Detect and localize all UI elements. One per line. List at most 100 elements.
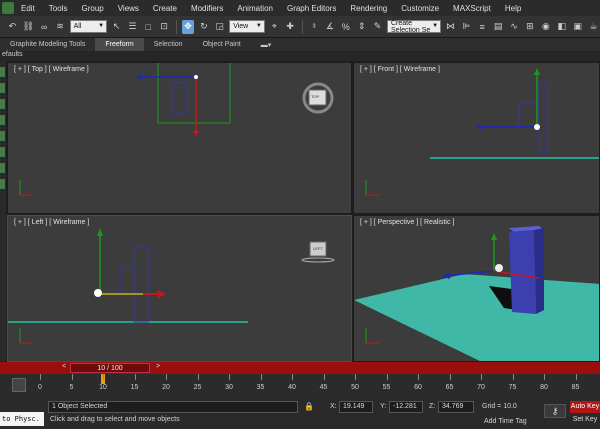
tool-icon[interactable] bbox=[0, 83, 5, 93]
menu-animation[interactable]: Animation bbox=[230, 4, 280, 13]
ruler-tick-label: 20 bbox=[162, 384, 170, 391]
tab-graphite-modeling-tools[interactable]: Graphite Modeling Tools bbox=[0, 38, 95, 51]
track-bar[interactable]: 0 5 10 15 20 25 30 35 40 45 50 55 60 65 70 75 80 85 bbox=[0, 374, 600, 398]
layer-manager-icon[interactable]: ≡ bbox=[476, 20, 489, 34]
reference-coordinate-dropdown[interactable]: View ▼ bbox=[229, 20, 265, 33]
schematic-view-icon[interactable]: ⊞ bbox=[523, 20, 536, 34]
viewport-label[interactable]: [ + ] [ Left ] [ Wireframe ] bbox=[14, 219, 89, 226]
grid-size: Grid = 10.0 bbox=[482, 403, 517, 410]
ruler-tick-label: 25 bbox=[193, 384, 202, 391]
curve-editor-icon[interactable]: ∿ bbox=[508, 20, 521, 34]
link-icon[interactable]: ⛓ bbox=[22, 20, 35, 34]
select-object-icon[interactable]: ↖ bbox=[110, 20, 123, 34]
menu-bar: Edit Tools Group Views Create Modifiers … bbox=[0, 0, 600, 16]
viewport-top-canvas bbox=[19, 63, 334, 196]
window-crossing-icon[interactable]: ⊡ bbox=[158, 20, 171, 34]
time-slider[interactable]: 10 / 100 bbox=[70, 363, 150, 373]
ruler-tick-label: 75 bbox=[508, 384, 517, 391]
lock-icon[interactable]: 🔒 bbox=[304, 402, 314, 411]
named-selection-sets-dropdown[interactable]: Create Selection Se ▼ bbox=[386, 19, 442, 34]
menu-group[interactable]: Group bbox=[74, 4, 110, 13]
spinner-snap-icon[interactable]: ⇕ bbox=[355, 20, 368, 34]
menu-customize[interactable]: Customize bbox=[394, 4, 446, 13]
ruler-tick bbox=[229, 374, 230, 380]
ruler-tick-label: 5 bbox=[69, 384, 74, 391]
previous-frame-icon[interactable]: < bbox=[62, 363, 66, 370]
named-selection-sets-value: Create Selection Se bbox=[390, 19, 431, 34]
ruler-tick-label: 85 bbox=[571, 384, 580, 391]
tab-freeform[interactable]: Freeform bbox=[95, 38, 144, 51]
tab-selection[interactable]: Selection bbox=[144, 38, 193, 51]
unlink-icon[interactable]: ∞ bbox=[38, 20, 51, 34]
graphite-toggle-icon[interactable]: ▤ bbox=[492, 20, 505, 34]
viewport-top[interactable]: [ + ] [ Top ] [ Wireframe ] TOP bbox=[7, 62, 352, 214]
z-coordinate-field[interactable]: 34.769 bbox=[438, 401, 474, 413]
auto-key-button[interactable]: Auto Key bbox=[570, 401, 600, 413]
menu-graph-editors[interactable]: Graph Editors bbox=[280, 4, 343, 13]
manipulate-icon[interactable]: ✚ bbox=[284, 20, 297, 34]
tool-icon[interactable] bbox=[0, 67, 5, 77]
edit-named-selection-icon[interactable]: ✎ bbox=[371, 20, 384, 34]
menu-rendering[interactable]: Rendering bbox=[343, 4, 394, 13]
viewcube-label: LEFT bbox=[313, 246, 323, 251]
x-coordinate-field[interactable]: 19.149 bbox=[339, 401, 373, 413]
chevron-down-icon: ▼ bbox=[255, 23, 262, 29]
key-icon[interactable]: ⚷ bbox=[544, 404, 566, 418]
material-editor-icon[interactable]: ◉ bbox=[539, 20, 552, 34]
render-production-icon[interactable]: ☕ bbox=[587, 20, 600, 34]
tool-icon[interactable] bbox=[0, 147, 5, 157]
mirror-icon[interactable]: ⋈ bbox=[444, 20, 457, 34]
app-icon[interactable] bbox=[2, 2, 14, 14]
menu-edit[interactable]: Edit bbox=[14, 4, 42, 13]
viewport-label[interactable]: [ + ] [ Perspective ] [ Realistic ] bbox=[360, 219, 454, 226]
chevron-down-icon: ▼ bbox=[432, 23, 439, 29]
ruler-tick-label: 45 bbox=[319, 384, 328, 391]
viewport-left[interactable]: [ + ] [ Left ] [ Wireframe ] LEFT bbox=[7, 215, 352, 362]
bind-spacewarp-icon[interactable]: ≋ bbox=[54, 20, 67, 34]
menu-help[interactable]: Help bbox=[498, 4, 528, 13]
menu-views[interactable]: Views bbox=[111, 4, 146, 13]
select-scale-icon[interactable]: ◲ bbox=[213, 20, 226, 34]
render-setup-icon[interactable]: ◧ bbox=[555, 20, 568, 34]
region-select-icon[interactable]: □ bbox=[142, 20, 155, 34]
viewport-label[interactable]: [ + ] [ Top ] [ Wireframe ] bbox=[14, 66, 89, 73]
tab-object-paint[interactable]: Object Paint bbox=[193, 38, 251, 51]
ruler-tick bbox=[197, 374, 199, 380]
snap-toggle-icon[interactable]: ³ bbox=[308, 20, 321, 34]
y-coordinate-field[interactable]: -12.281 bbox=[389, 401, 423, 413]
percent-snap-icon[interactable]: % bbox=[339, 20, 352, 34]
viewport-front[interactable]: [ + ] [ Front ] [ Wireframe ] bbox=[353, 62, 600, 214]
add-time-tag[interactable]: Add Time Tag bbox=[484, 418, 527, 425]
undo-icon[interactable]: ↶ bbox=[6, 20, 19, 34]
maxscript-listener[interactable]: to Physc. bbox=[0, 412, 44, 426]
angle-snap-icon[interactable]: ∡ bbox=[323, 20, 336, 34]
tool-icon[interactable] bbox=[0, 179, 5, 189]
select-move-icon[interactable]: ✥ bbox=[181, 19, 195, 34]
set-key-button[interactable]: Set Key bbox=[570, 414, 600, 426]
viewport-perspective[interactable]: [ + ] [ Perspective ] [ Realistic ] bbox=[353, 215, 600, 362]
mini-curve-editor-icon[interactable] bbox=[12, 378, 26, 392]
pivot-center-icon[interactable]: ⌖ bbox=[268, 20, 281, 34]
next-frame-icon[interactable]: > bbox=[156, 363, 160, 370]
select-by-name-icon[interactable]: ☰ bbox=[126, 20, 139, 34]
ruler-tick-label: 70 bbox=[477, 384, 485, 391]
ruler-tick-label: 50 bbox=[351, 384, 359, 391]
ruler-tick bbox=[418, 374, 419, 380]
menu-maxscript[interactable]: MAXScript bbox=[446, 4, 498, 13]
tool-icon[interactable] bbox=[0, 99, 5, 109]
selection-count: 1 Object Selected bbox=[48, 401, 298, 413]
tool-icon[interactable] bbox=[0, 115, 5, 125]
menu-modifiers[interactable]: Modifiers bbox=[184, 4, 230, 13]
select-rotate-icon[interactable]: ↻ bbox=[197, 20, 210, 34]
render-frame-icon[interactable]: ▣ bbox=[571, 20, 584, 34]
ruler-tick-label: 60 bbox=[414, 384, 422, 391]
ruler-tick bbox=[40, 374, 41, 380]
tool-icon[interactable] bbox=[0, 163, 5, 173]
viewport-label[interactable]: [ + ] [ Front ] [ Wireframe ] bbox=[360, 66, 440, 73]
align-icon[interactable]: ⊫ bbox=[460, 20, 473, 34]
ribbon-options-icon[interactable]: ▬▾ bbox=[251, 38, 282, 51]
tool-icon[interactable] bbox=[0, 131, 5, 141]
menu-create[interactable]: Create bbox=[146, 4, 184, 13]
selection-filter-dropdown[interactable]: All ▼ bbox=[69, 20, 108, 33]
menu-tools[interactable]: Tools bbox=[42, 4, 75, 13]
